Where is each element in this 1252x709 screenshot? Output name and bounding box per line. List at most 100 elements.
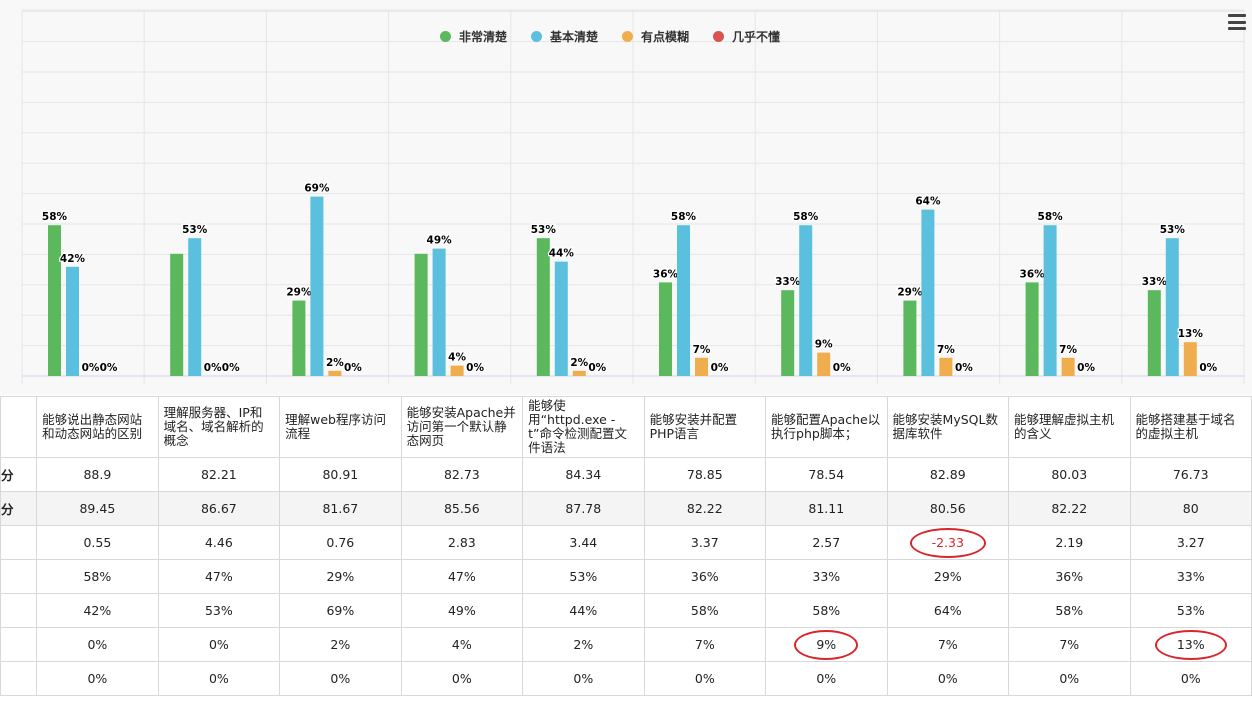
table-cell: 7% — [886, 627, 1010, 662]
table-cell: 7% — [1008, 627, 1131, 662]
chart-legend: 非常清楚 基本清楚 有点模糊 几乎不懂 — [440, 27, 804, 45]
data-label: 0% — [222, 362, 240, 374]
data-label: 0% — [82, 362, 100, 374]
bar-1 — [414, 253, 428, 376]
data-label: 33% — [775, 276, 801, 288]
table-cell: 78.85 — [643, 457, 767, 492]
data-label: 4% — [448, 352, 466, 364]
table-cell: 9% — [765, 627, 888, 662]
table-cell: 86.67 — [157, 491, 281, 526]
bar-1 — [659, 282, 672, 376]
table-cell: 78.54 — [765, 457, 888, 492]
legend-item-somewhat-vague[interactable]: 有点模糊 — [622, 28, 689, 45]
bar-2 — [1165, 238, 1179, 376]
bar-2 — [1043, 225, 1057, 376]
data-label: 0% — [711, 362, 729, 374]
column-header: 理解服务器、IP和域名、域名解析的概念 — [157, 396, 281, 458]
data-label: 49% — [427, 235, 453, 247]
table-row: 58% 47% 29% 47% 53% 36% 33% 29% 36% 33% — [0, 559, 1252, 594]
data-label: 7% — [1059, 344, 1077, 356]
column-header: 能够使用“httpd.exe -t”命令检测配置文件语法 — [522, 396, 645, 458]
bar-1 — [170, 253, 184, 376]
table-cell: 58% — [36, 559, 159, 594]
data-label: 7% — [693, 344, 711, 356]
legend-dot-icon — [713, 30, 725, 42]
table-cell: 0% — [36, 627, 159, 662]
column-header: 能够搭建基于域名的虚拟主机 — [1129, 396, 1252, 458]
table-cell: 0% — [279, 661, 402, 696]
data-label: 0% — [100, 362, 118, 374]
table-cell: 0% — [157, 627, 281, 662]
data-label: 53% — [182, 224, 208, 236]
bar-1 — [48, 225, 61, 376]
column-header: 能够安装Apache并访问第一个默认静态网页 — [400, 396, 524, 458]
table-cell: 58% — [643, 593, 767, 628]
table-cell: 85.56 — [400, 491, 524, 526]
table-cell: 53% — [522, 559, 645, 594]
table-row: 0% 0% 2% 4% 2% 7% 9% 7% 7% 13% — [0, 627, 1252, 662]
legend-label: 几乎不懂 — [732, 29, 781, 44]
bar-3 — [572, 370, 586, 376]
legend-item-basically-clear[interactable]: 基本清楚 — [531, 28, 598, 45]
table-cell: 2.19 — [1008, 525, 1131, 560]
data-table: 能够说出静态网站和动态网站的区别 理解服务器、IP和域名、域名解析的概念 理解web… — [0, 396, 1252, 696]
table-row: 42% 53% 69% 49% 44% 58% 58% 64% 58% 53% — [0, 593, 1252, 628]
data-label: 29% — [286, 287, 312, 299]
table-cell: 3.37 — [643, 525, 767, 560]
table-cell: 0% — [643, 661, 767, 696]
table-cell: 80.03 — [1008, 457, 1131, 492]
legend-dot-icon — [531, 30, 543, 42]
bar-2 — [310, 196, 324, 376]
data-label: 9% — [815, 339, 833, 351]
table-row: 0% 0% 0% 0% 0% 0% 0% 0% 0% 0% — [0, 661, 1252, 696]
table-header-row: 能够说出静态网站和动态网站的区别 理解服务器、IP和域名、域名解析的概念 理解web… — [0, 396, 1252, 458]
table-cell: 53% — [1129, 593, 1252, 628]
table-cell: 47% — [157, 559, 281, 594]
bar-3 — [1183, 342, 1197, 376]
table-cell: 64% — [886, 593, 1010, 628]
data-label: 0% — [588, 362, 606, 374]
legend-item-very-clear[interactable]: 非常清楚 — [440, 28, 507, 45]
row-header — [0, 627, 38, 662]
table-cell: 82.22 — [1008, 491, 1131, 526]
data-label: 29% — [897, 287, 923, 299]
table-cell: 69% — [279, 593, 402, 628]
legend-dot-icon — [622, 30, 634, 42]
table-cell: 42% — [36, 593, 159, 628]
table-cell: 80 — [1129, 491, 1252, 526]
table-cell: 0% — [765, 661, 888, 696]
data-label: 44% — [549, 248, 575, 260]
table-cell: 29% — [279, 559, 402, 594]
row-header: 分 — [0, 491, 38, 526]
table-cell: 80.91 — [279, 457, 402, 492]
table-row: 分 88.9 82.21 80.91 82.73 84.34 78.85 78.54 82.89… — [0, 457, 1252, 492]
table-cell: 33% — [1129, 559, 1252, 594]
table-cell: 3.27 — [1129, 525, 1252, 560]
bar-3 — [939, 357, 953, 376]
table-cell: 0% — [886, 661, 1010, 696]
data-label: 58% — [671, 211, 697, 223]
table-cell: 80.56 — [886, 491, 1010, 526]
hamburger-menu-icon[interactable] — [1228, 14, 1246, 30]
legend-label: 有点模糊 — [641, 29, 690, 44]
table-cell: 33% — [765, 559, 888, 594]
table-row: 0.55 4.46 0.76 2.83 3.44 3.37 2.57 -2.33 2.19 3.2… — [0, 525, 1252, 560]
column-header: 能够安装MySQL数据库软件 — [886, 396, 1010, 458]
table-cell: 36% — [643, 559, 767, 594]
table-cell: 47% — [400, 559, 524, 594]
table-cell: 3.44 — [522, 525, 645, 560]
data-label: 33% — [1142, 276, 1168, 288]
data-label: 0% — [1077, 362, 1095, 374]
legend-item-barely-understand[interactable]: 几乎不懂 — [713, 28, 780, 45]
bar-1 — [292, 300, 306, 376]
column-header: 能够理解虚拟主机的含义 — [1008, 396, 1131, 458]
row-header: 分 — [0, 457, 38, 492]
legend-label: 非常清楚 — [459, 29, 508, 44]
table-cell: 4.46 — [157, 525, 281, 560]
table-cell: 13% — [1129, 627, 1252, 662]
bar-2 — [799, 225, 813, 376]
bar-2 — [66, 266, 79, 376]
bar-1 — [1147, 290, 1161, 376]
table-cell: 49% — [400, 593, 524, 628]
table-cell: 0% — [400, 661, 524, 696]
